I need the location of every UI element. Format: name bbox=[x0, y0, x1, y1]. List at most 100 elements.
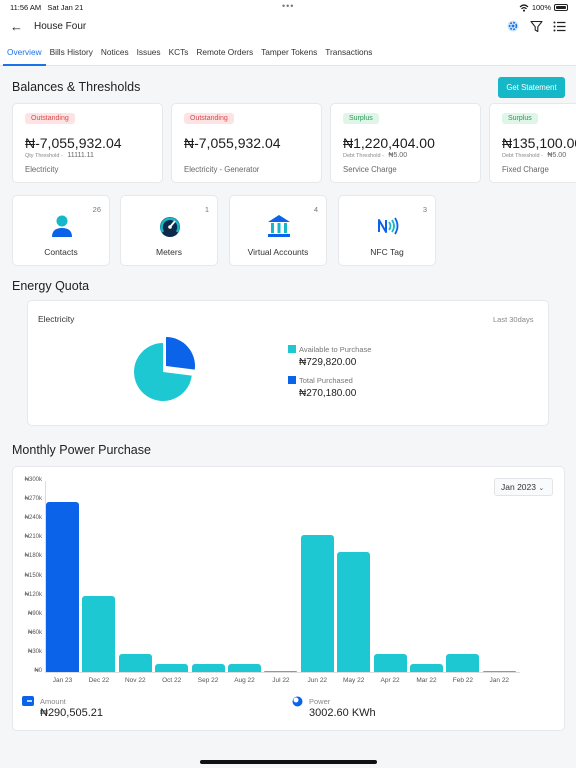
quota-pie-chart bbox=[134, 337, 195, 401]
x-tick-label: Oct 22 bbox=[162, 677, 182, 684]
chart-bar[interactable] bbox=[46, 502, 79, 672]
tab-tamper-tokens[interactable]: Tamper Tokens bbox=[257, 40, 321, 66]
wifi-icon bbox=[519, 3, 529, 12]
balance-card[interactable]: Outstanding ₦-7,055,932.04 Electricity -… bbox=[171, 103, 322, 183]
tab-bills-history[interactable]: Bills History bbox=[46, 40, 97, 66]
tile-contacts[interactable]: 26 Contacts bbox=[12, 195, 110, 266]
monthly-purchase-title: Monthly Power Purchase bbox=[12, 443, 151, 457]
nfc-icon bbox=[378, 217, 399, 235]
tab-issues[interactable]: Issues bbox=[133, 40, 165, 66]
chart-bar[interactable] bbox=[373, 653, 407, 672]
chart-bar[interactable] bbox=[337, 551, 371, 672]
chart-bar[interactable] bbox=[191, 664, 225, 672]
y-tick-label: ₦180k bbox=[24, 553, 42, 560]
chart-bar[interactable] bbox=[482, 670, 516, 672]
get-statement-button[interactable]: Get Statement bbox=[498, 77, 565, 98]
tab-kcts[interactable]: KCTs bbox=[165, 40, 193, 66]
available-value: ₦729,820.00 bbox=[299, 357, 357, 368]
tile-label: Contacts bbox=[44, 247, 78, 257]
status-badge: Outstanding bbox=[184, 113, 234, 124]
list-menu-icon[interactable] bbox=[553, 20, 566, 33]
tile-count: 4 bbox=[313, 205, 318, 214]
balance-amount: ₦-7,055,932.04 bbox=[25, 135, 122, 151]
amount-label: Amount bbox=[40, 697, 66, 706]
balance-card[interactable]: Surplus ₦135,100.00 Debt Threshold - ₦5.… bbox=[489, 103, 576, 183]
tile-count: 3 bbox=[422, 205, 427, 214]
quota-utility-label: Electricity bbox=[38, 314, 75, 324]
tab-notices[interactable]: Notices bbox=[97, 40, 133, 66]
status-badge: Outstanding bbox=[25, 113, 75, 124]
x-tick-label: Sep 22 bbox=[197, 677, 219, 684]
filter-icon[interactable] bbox=[530, 20, 543, 33]
chart-bar[interactable] bbox=[446, 653, 480, 672]
balance-name: Electricity bbox=[25, 165, 59, 174]
tab-remote-orders[interactable]: Remote Orders bbox=[192, 40, 257, 66]
y-tick-label: ₦30k bbox=[27, 648, 42, 655]
chart-bar[interactable] bbox=[300, 535, 334, 672]
status-time: 11:56 AM Sat Jan 21 bbox=[10, 3, 84, 12]
tile-meters[interactable]: 1 Meters bbox=[120, 195, 218, 266]
threshold-info: Debt Threshold - ₦5.00 bbox=[502, 152, 567, 159]
x-tick-label: May 22 bbox=[343, 677, 365, 684]
x-tick-label: Dec 22 bbox=[88, 677, 110, 684]
legend-available: Available to Purchase bbox=[288, 345, 371, 354]
legend-purchased: Total Purchased bbox=[288, 376, 353, 385]
chart-bar[interactable] bbox=[410, 664, 443, 672]
home-indicator[interactable] bbox=[200, 760, 377, 764]
tile-virtual-accounts[interactable]: 4 Virtual Accounts bbox=[229, 195, 327, 266]
power-legend-icon bbox=[292, 696, 303, 707]
balances-carousel[interactable]: Outstanding ₦-7,055,932.04 Qty Threshold… bbox=[12, 103, 576, 183]
multitask-dots-icon[interactable]: ••• bbox=[282, 1, 294, 11]
balance-amount: ₦135,100.00 bbox=[502, 135, 576, 151]
settings-gear-icon[interactable] bbox=[506, 19, 520, 33]
chart-bar[interactable] bbox=[228, 664, 261, 672]
balance-card[interactable]: Outstanding ₦-7,055,932.04 Qty Threshold… bbox=[12, 103, 163, 183]
meter-gauge-icon bbox=[160, 217, 180, 237]
y-tick-label: ₦270k bbox=[24, 496, 42, 503]
battery-percent: 100% bbox=[531, 3, 551, 12]
chart-bar[interactable] bbox=[264, 670, 298, 672]
balances-title: Balances & Thresholds bbox=[12, 80, 141, 94]
x-tick-label: Nov 22 bbox=[124, 677, 146, 684]
balance-name: Electricity - Generator bbox=[184, 165, 260, 174]
tile-count: 26 bbox=[92, 205, 101, 214]
balance-name: Service Charge bbox=[343, 165, 397, 174]
contact-person-icon bbox=[52, 215, 72, 237]
back-arrow-icon[interactable]: ← bbox=[10, 19, 23, 34]
tab-overview[interactable]: Overview bbox=[3, 40, 46, 66]
bank-icon bbox=[268, 215, 290, 237]
tile-nfc-tag[interactable]: 3 NFC Tag bbox=[338, 195, 436, 266]
energy-quota-title: Energy Quota bbox=[12, 279, 90, 293]
battery-icon bbox=[554, 4, 568, 11]
power-value: 3002.60 KWh bbox=[309, 707, 376, 719]
y-tick-label: ₦60k bbox=[27, 629, 42, 636]
tile-label: Virtual Accounts bbox=[247, 247, 309, 257]
status-right: 100% bbox=[519, 3, 568, 12]
balance-card[interactable]: Surplus ₦1,220,404.00 Debt Threshold - ₦… bbox=[330, 103, 481, 183]
x-tick-label: Aug 22 bbox=[234, 677, 255, 684]
pie-slice-purchased bbox=[166, 337, 195, 370]
tile-label: NFC Tag bbox=[370, 247, 404, 257]
chevron-down-icon: ⌄ bbox=[538, 485, 545, 492]
chart-bar[interactable] bbox=[118, 653, 152, 672]
month-select[interactable]: Jan 2023 ⌄ bbox=[494, 478, 553, 496]
purchased-value: ₦270,180.00 bbox=[299, 388, 357, 399]
y-tick-label: ₦0 bbox=[34, 668, 42, 674]
x-tick-label: Jan 23 bbox=[52, 677, 73, 684]
power-label: Power bbox=[309, 697, 331, 706]
tile-label: Meters bbox=[156, 247, 182, 257]
balance-amount: ₦-7,055,932.04 bbox=[184, 135, 281, 151]
balance-amount: ₦1,220,404.00 bbox=[343, 135, 435, 151]
status-badge: Surplus bbox=[343, 113, 379, 124]
x-tick-label: Mar 22 bbox=[416, 677, 437, 684]
x-tick-label: Jun 22 bbox=[307, 677, 328, 684]
chart-bar[interactable] bbox=[155, 664, 189, 672]
x-tick-label: Apr 22 bbox=[380, 677, 400, 684]
chart-bar[interactable] bbox=[82, 596, 116, 672]
x-axis-line bbox=[45, 672, 520, 673]
status-bar: 11:56 AM Sat Jan 21 ••• 100% bbox=[0, 0, 576, 14]
tab-transactions[interactable]: Transactions bbox=[321, 40, 376, 66]
y-tick-label: ₦150k bbox=[24, 572, 42, 579]
y-tick-label: ₦300k bbox=[24, 477, 42, 483]
nav-bar: ← House Four bbox=[0, 14, 576, 40]
